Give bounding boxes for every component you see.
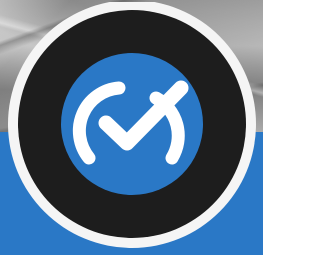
hero-scene bbox=[0, 0, 263, 255]
brand-badge bbox=[1, 2, 263, 250]
badge-icon-svg bbox=[8, 2, 256, 248]
